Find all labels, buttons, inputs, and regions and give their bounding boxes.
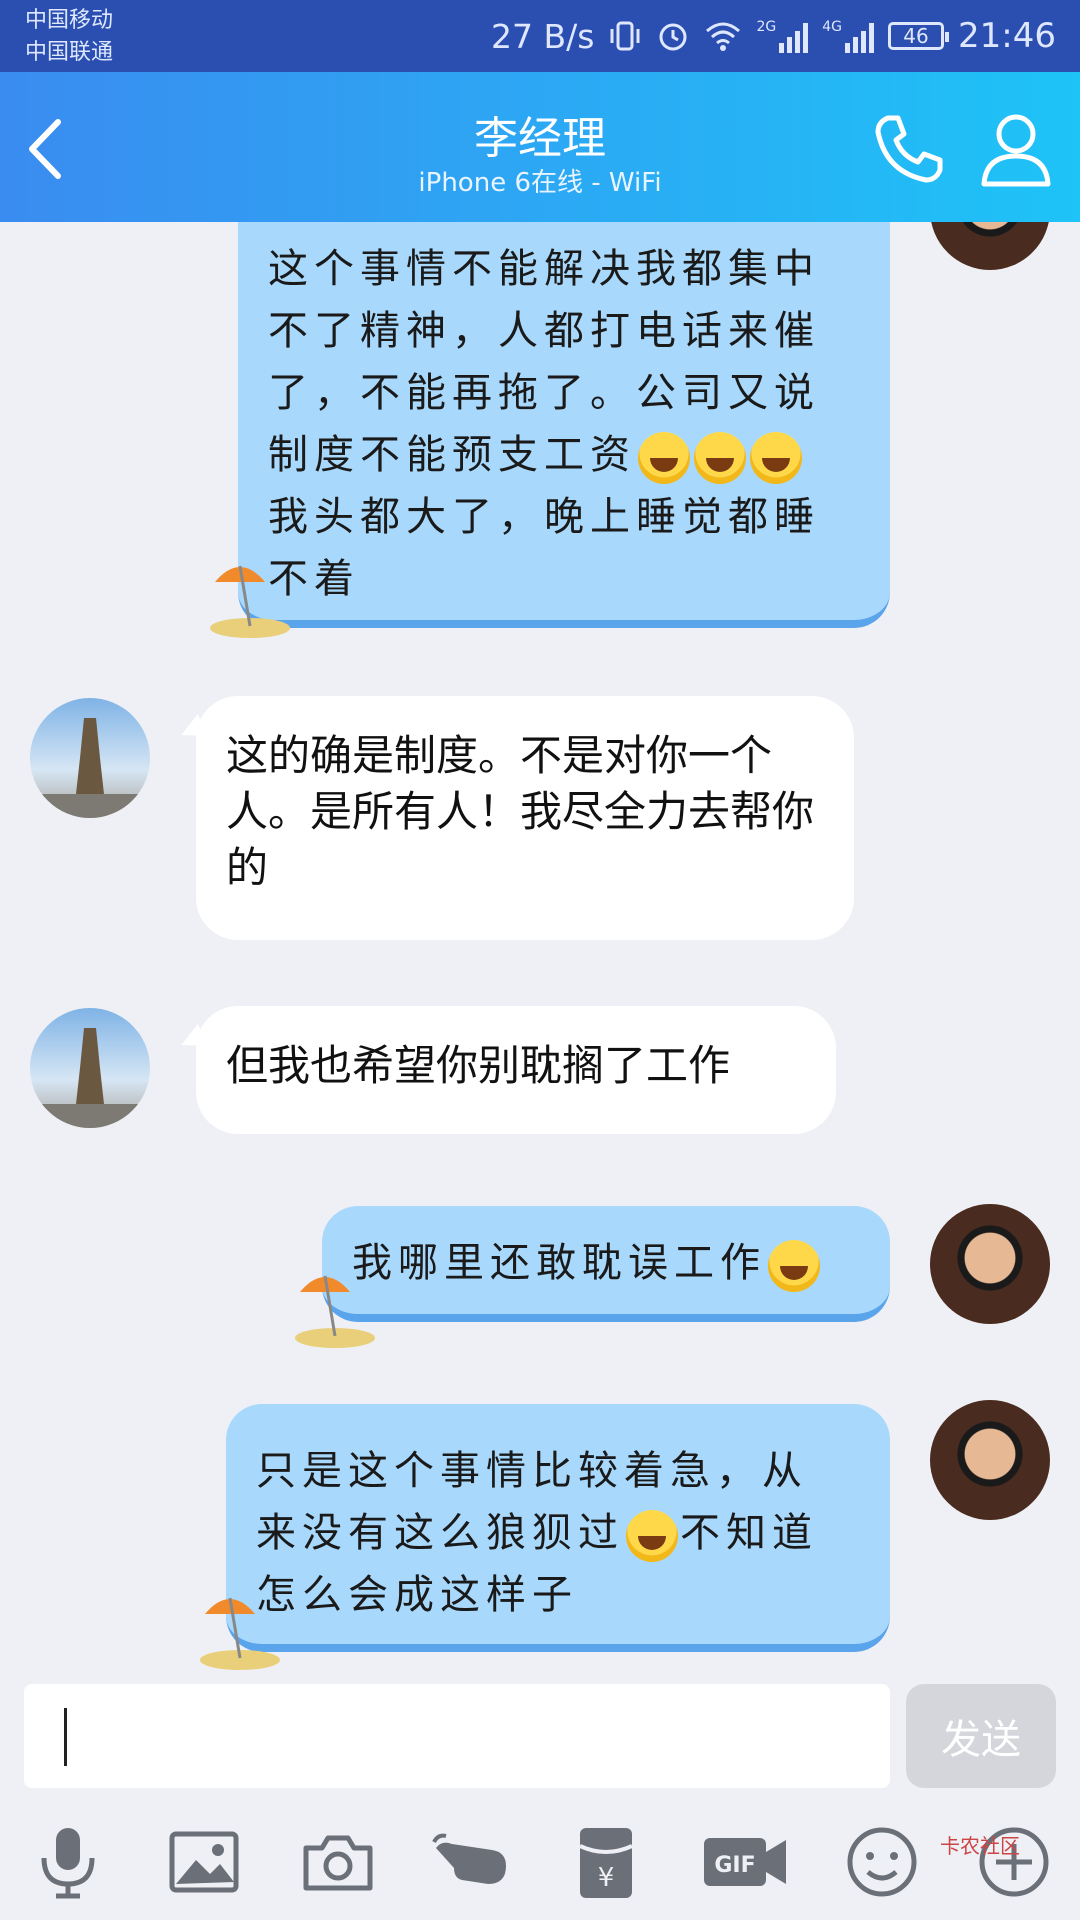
message-line: 制度不能预支工资 <box>268 424 860 486</box>
message-line: 不了精神，人都打电话来催 <box>268 308 820 354</box>
beach-umbrella-icon <box>295 1275 375 1348</box>
signal-2g-label: 2G <box>756 19 777 35</box>
message-line-text: 我哪里还敢耽误工作 <box>352 1240 766 1286</box>
message-line: 这个事情不能解决我都集中 <box>268 246 820 292</box>
camera-icon[interactable] <box>298 1822 378 1902</box>
message-line: 怎么会成这样子 <box>256 1572 578 1618</box>
wifi-icon <box>706 22 741 51</box>
text-caret <box>64 1708 67 1766</box>
send-button[interactable]: 发送 <box>906 1684 1056 1788</box>
avatar-self[interactable] <box>930 1400 1050 1520</box>
avatar-contact[interactable] <box>30 1008 150 1128</box>
tears-of-joy-emoji-icon <box>638 432 690 484</box>
emoji-icon[interactable] <box>842 1822 922 1902</box>
net-speed: 27 B/s <box>491 16 595 56</box>
message-bubble-outgoing[interactable]: 只是这个事情比较着急，从 来没有这么狼狈过 不知道 怎么会成这样子 <box>226 1404 890 1652</box>
input-toolbar: ¥ GIF <box>0 1822 1080 1912</box>
message-line: 只是这个事情比较着急，从 <box>256 1448 808 1494</box>
message-bubble-incoming[interactable]: 但我也希望你别耽搁了工作 <box>196 1006 836 1134</box>
statue-image <box>40 718 140 818</box>
signal-2g-icon: 2G <box>756 19 809 53</box>
message-line: 了，不能再拖了。公司又说 <box>268 370 820 416</box>
clock: 21:46 <box>958 16 1056 56</box>
carrier-2: 中国联通 <box>25 40 114 65</box>
microphone-icon[interactable] <box>28 1822 108 1902</box>
message-line-text: 来没有这么狼狈过 <box>256 1510 624 1556</box>
signal-4g-icon: 4G <box>822 19 875 53</box>
red-packet-icon[interactable]: ¥ <box>566 1822 646 1902</box>
signal-4g-label: 4G <box>822 19 843 35</box>
message-bubble-outgoing[interactable]: 我哪里还敢耽误工作 <box>322 1206 890 1322</box>
message-bubble-incoming[interactable]: 这的确是制度。不是对你一个人。是所有人！我尽全力去帮你的 <box>196 696 854 940</box>
message-text: 但我也希望你别耽搁了工作 <box>226 1041 731 1090</box>
beach-umbrella-icon <box>210 565 290 638</box>
status-bar: 中国移动 中国联通 27 B/s 2G 4G 46 21:46 <box>0 0 1080 72</box>
watermark: 卡农社区 <box>940 1834 1020 1858</box>
alarm-icon <box>659 23 687 51</box>
message-line: 不着 <box>268 556 360 602</box>
gif-icon[interactable]: GIF <box>700 1822 790 1902</box>
avatar-self[interactable] <box>930 222 1050 270</box>
poke-icon[interactable] <box>432 1822 512 1902</box>
tears-of-joy-emoji-icon <box>694 432 746 484</box>
avatar-contact[interactable] <box>30 698 150 818</box>
statue-image <box>40 1028 140 1128</box>
avatar-self[interactable] <box>930 1204 1050 1324</box>
message-text: 这的确是制度。不是对你一个人。是所有人！我尽全力去帮你的 <box>226 731 815 892</box>
gif-label: GIF <box>714 1853 755 1878</box>
status-indicators: 27 B/s 2G 4G 46 21:46 <box>491 14 1056 58</box>
tears-of-joy-emoji-icon <box>750 432 802 484</box>
vibrate-icon <box>610 21 640 51</box>
beach-umbrella-icon <box>200 1597 280 1670</box>
compose-area: 发送 ¥ GIF 卡农社区 <box>0 1682 1080 1920</box>
carrier-1: 中国移动 <box>25 8 114 33</box>
message-line: 我头都大了，晚上睡觉都睡 <box>268 494 820 540</box>
battery-icon: 46 <box>888 22 950 50</box>
yen-label: ¥ <box>598 1863 615 1893</box>
phone-icon[interactable] <box>870 110 948 188</box>
message-input[interactable] <box>24 1684 890 1788</box>
message-list[interactable]: 这个事情不能解决我都集中 不了精神，人都打电话来催 了，不能再拖了。公司又说 制… <box>0 222 1080 1682</box>
message-line: 来没有这么狼狈过 不知道 <box>256 1502 860 1564</box>
image-icon[interactable] <box>164 1822 244 1902</box>
message-line-text: 不知道 <box>680 1510 818 1556</box>
tears-of-joy-emoji-icon <box>626 1510 678 1562</box>
profile-icon[interactable] <box>980 110 1052 188</box>
chat-header: 李经理 iPhone 6在线 - WiFi <box>0 72 1080 222</box>
message-line: 我哪里还敢耽误工作 <box>352 1232 860 1294</box>
tears-of-joy-emoji-icon <box>768 1240 820 1292</box>
message-bubble-outgoing[interactable]: 这个事情不能解决我都集中 不了精神，人都打电话来催 了，不能再拖了。公司又说 制… <box>238 222 890 628</box>
message-line-text: 制度不能预支工资 <box>268 432 636 478</box>
